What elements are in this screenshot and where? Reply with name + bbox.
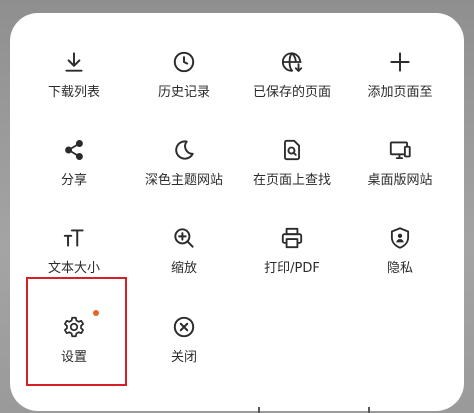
- print-icon: [279, 225, 305, 251]
- bottom-edge-mark: [368, 407, 370, 413]
- menu-grid: 下载列表 历史记录 已保存的页面 添加页面至 分享 深色主题网站 在页面上查找 …: [10, 13, 464, 411]
- menu-item-add-page-to[interactable]: 添加页面至: [344, 49, 456, 137]
- menu-item-saved-pages[interactable]: 已保存的页面: [236, 49, 348, 137]
- gear-icon: [61, 314, 87, 340]
- menu-item-text-size[interactable]: 文本大小: [18, 225, 130, 313]
- menu-item-downloads[interactable]: 下载列表: [18, 49, 130, 137]
- zoom-icon: [171, 225, 197, 251]
- menu-item-print-pdf[interactable]: 打印/PDF: [236, 225, 348, 313]
- download-icon: [61, 49, 87, 75]
- menu-item-label: 关闭: [170, 350, 197, 365]
- bottom-edge-mark: [258, 407, 260, 413]
- menu-item-label: 深色主题网站: [144, 173, 223, 188]
- menu-item-label: 缩放: [170, 261, 197, 276]
- history-clock-icon: [171, 49, 197, 75]
- menu-item-label: 隐私: [386, 261, 413, 276]
- menu-item-label: 在页面上查找: [252, 173, 331, 188]
- menu-item-dark-theme[interactable]: 深色主题网站: [128, 137, 240, 225]
- close-circle-icon: [171, 314, 197, 340]
- menu-item-privacy[interactable]: 隐私: [344, 225, 456, 313]
- menu-item-label: 历史记录: [157, 85, 210, 100]
- menu-item-desktop-site[interactable]: 桌面版网站: [344, 137, 456, 225]
- menu-item-history[interactable]: 历史记录: [128, 49, 240, 137]
- saved-page-globe-icon: [279, 49, 305, 75]
- privacy-shield-icon: [387, 225, 413, 251]
- menu-item-zoom[interactable]: 缩放: [128, 225, 240, 313]
- notification-badge: [93, 310, 99, 316]
- menu-item-settings[interactable]: 设置: [18, 310, 130, 402]
- menu-item-label: 已保存的页面: [252, 85, 331, 100]
- menu-item-label: 文本大小: [47, 261, 100, 276]
- menu-item-find-in-page[interactable]: 在页面上查找: [236, 137, 348, 225]
- menu-item-label: 打印/PDF: [264, 261, 320, 276]
- text-size-icon: [61, 225, 87, 251]
- menu-item-close[interactable]: 关闭: [128, 314, 240, 402]
- menu-item-label: 下载列表: [47, 85, 100, 100]
- find-in-page-icon: [279, 137, 305, 163]
- menu-item-label: 添加页面至: [367, 85, 433, 100]
- desktop-icon: [387, 137, 413, 163]
- menu-item-label: 分享: [60, 173, 87, 188]
- moon-icon: [171, 137, 197, 163]
- menu-item-label: 设置: [60, 350, 87, 365]
- menu-item-share[interactable]: 分享: [18, 137, 130, 225]
- plus-icon: [387, 49, 413, 75]
- browser-menu-panel: 下载列表 历史记录 已保存的页面 添加页面至 分享 深色主题网站 在页面上查找 …: [10, 13, 464, 411]
- share-icon: [61, 137, 87, 163]
- menu-item-label: 桌面版网站: [367, 173, 433, 188]
